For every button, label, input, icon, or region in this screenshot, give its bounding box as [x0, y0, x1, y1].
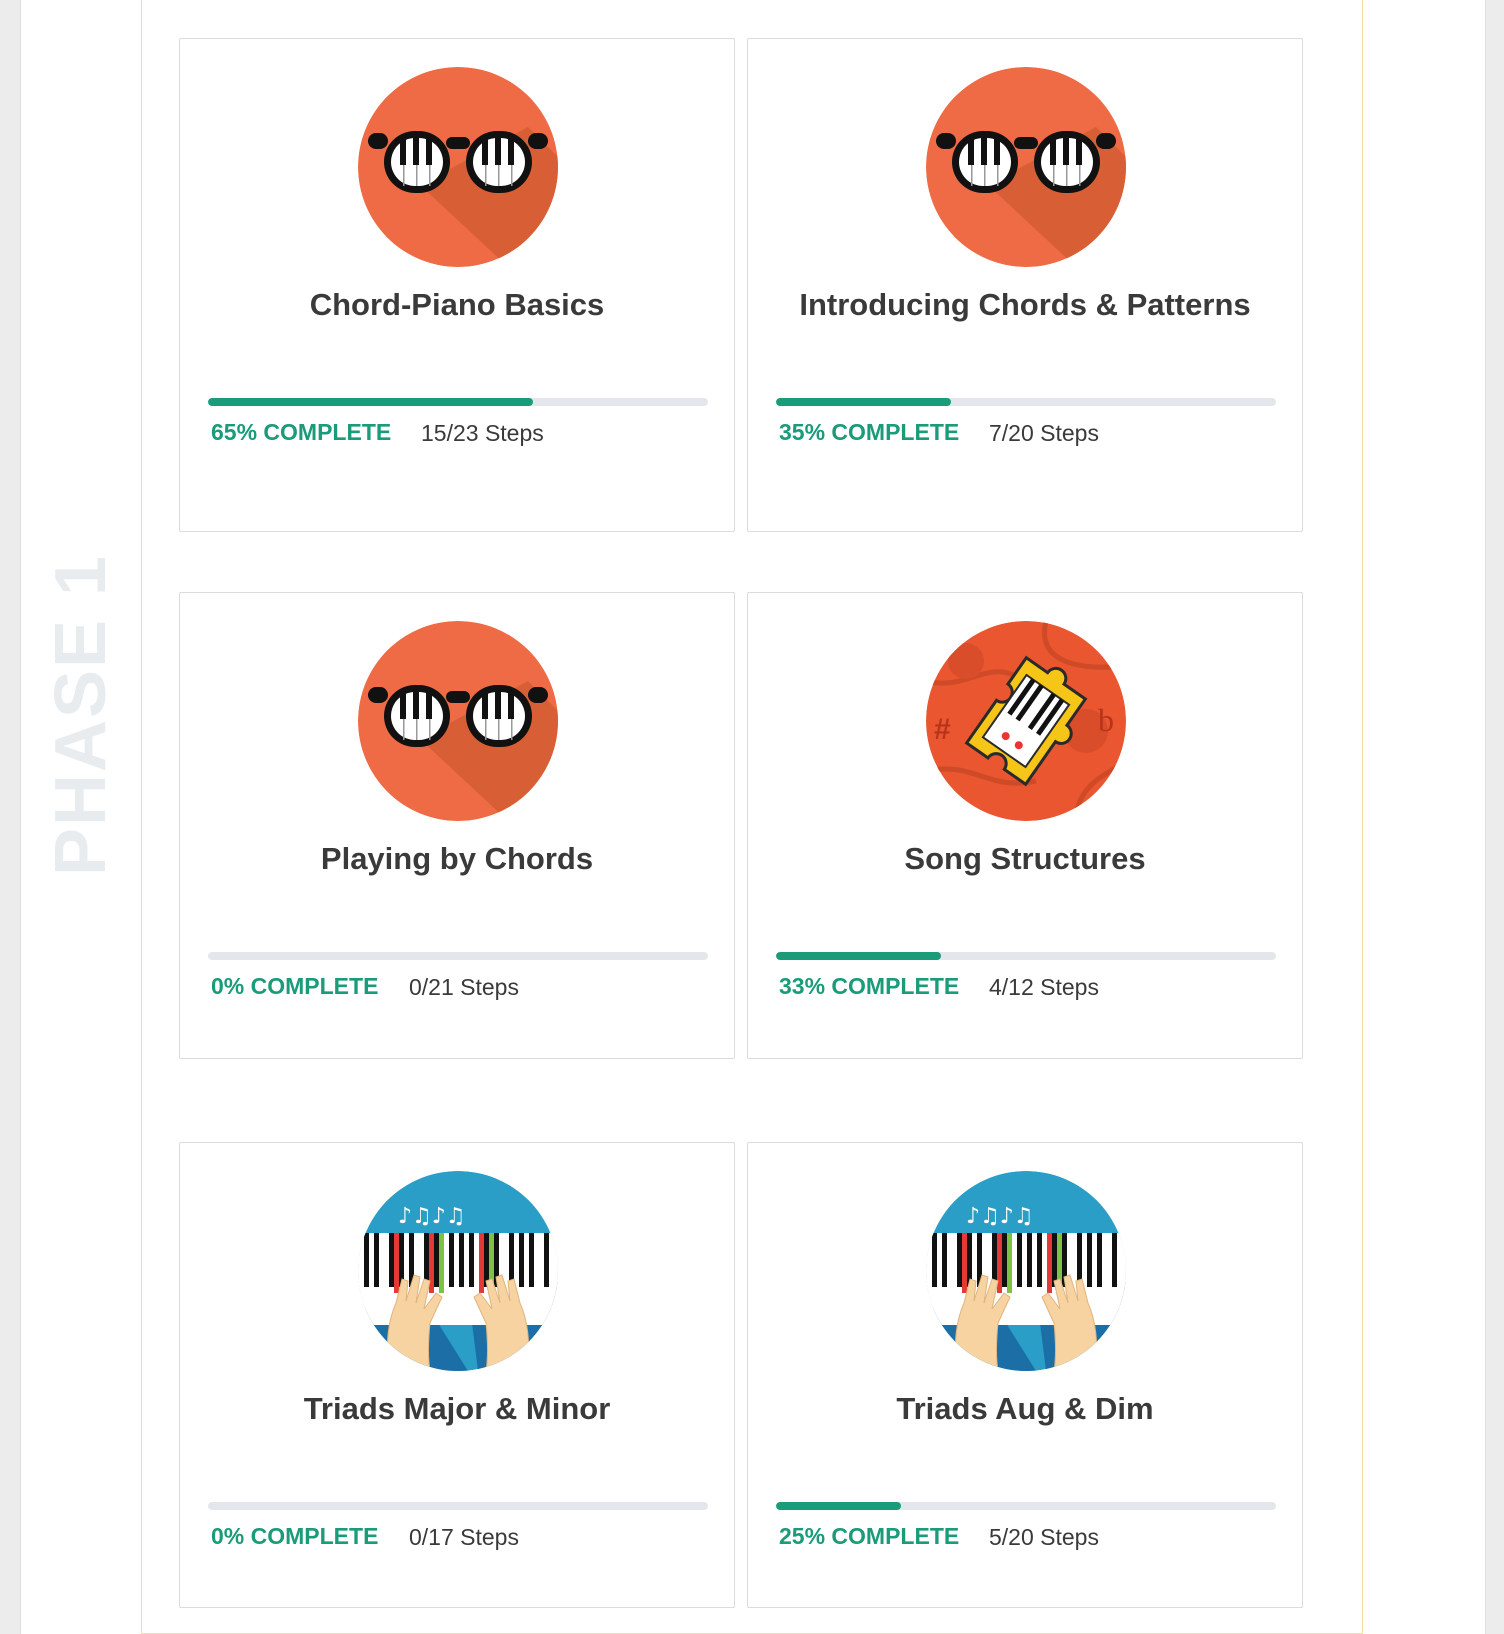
puzzle-piece-icon: # b: [926, 621, 1126, 821]
steps-count: 5/20 Steps: [989, 1524, 1099, 1550]
svg-text:♪♫♪♫: ♪♫♪♫: [398, 1204, 466, 1229]
phase-label: PHASE 1: [41, 554, 121, 876]
course-card-triads-aug-dim[interactable]: ♪♫♪♫ Triads Aug & Dim 25% COMPLETE 5/20 …: [747, 1142, 1303, 1608]
course-title: Introducing Chords & Patterns: [799, 287, 1251, 322]
progress-bar: [208, 398, 708, 406]
steps-count: 0/17 Steps: [409, 1524, 519, 1550]
svg-text:♪♫♪♫: ♪♫♪♫: [966, 1204, 1034, 1229]
piano-glasses-icon: [358, 67, 558, 267]
course-title: Song Structures: [904, 841, 1146, 876]
progress-percent-label: 65% COMPLETE: [211, 419, 392, 445]
progress-bar: [208, 952, 708, 960]
progress-bar-fill: [776, 1502, 901, 1510]
steps-count: 15/23 Steps: [421, 420, 544, 446]
course-card-playing-by-chords[interactable]: Playing by Chords 0% COMPLETE 0/21 Steps: [179, 592, 735, 1059]
progress-bar-fill: [776, 952, 941, 960]
progress-bar-fill: [776, 398, 951, 406]
piano-glasses-icon: [926, 67, 1126, 267]
svg-text:#: #: [934, 713, 951, 746]
phase-label-text: PHASE 1: [41, 553, 122, 877]
progress-bar-fill: [208, 398, 533, 406]
piano-hands-icon: ♪♫♪♫: [926, 1171, 1126, 1371]
course-card-triads-major-minor[interactable]: ♪♫♪♫ Triads Major & Minor 0% COMPLETE 0/…: [179, 1142, 735, 1608]
progress-percent-label: 33% COMPLETE: [779, 973, 960, 999]
steps-count: 0/21 Steps: [409, 974, 519, 1000]
progress-bar: [776, 1502, 1276, 1510]
courses-panel: Chord-Piano Basics 65% COMPLETE 15/23 St…: [141, 0, 1363, 1634]
course-card-song-structures[interactable]: # b Song Structures 33% COMPLETE 4/12 St…: [747, 592, 1303, 1059]
progress-percent-label: 35% COMPLETE: [779, 419, 960, 445]
piano-glasses-icon: [358, 621, 558, 821]
piano-hands-icon: ♪♫♪♫: [358, 1171, 558, 1371]
course-title: Chord-Piano Basics: [309, 287, 605, 322]
steps-count: 7/20 Steps: [989, 420, 1099, 446]
course-title: Triads Major & Minor: [303, 1391, 611, 1426]
progress-percent-label: 0% COMPLETE: [211, 1523, 379, 1549]
course-title: Playing by Chords: [320, 841, 594, 876]
svg-text:b: b: [1098, 702, 1114, 738]
progress-bar: [208, 1502, 708, 1510]
progress-bar: [776, 952, 1276, 960]
progress-percent-label: 0% COMPLETE: [211, 973, 379, 999]
course-card-chord-piano-basics[interactable]: Chord-Piano Basics 65% COMPLETE 15/23 St…: [179, 38, 735, 532]
course-title: Triads Aug & Dim: [896, 1391, 1154, 1426]
progress-percent-label: 25% COMPLETE: [779, 1523, 960, 1549]
steps-count: 4/12 Steps: [989, 974, 1099, 1000]
progress-bar: [776, 398, 1276, 406]
course-card-introducing-chords-patterns[interactable]: Introducing Chords & Patterns 35% COMPLE…: [747, 38, 1303, 532]
